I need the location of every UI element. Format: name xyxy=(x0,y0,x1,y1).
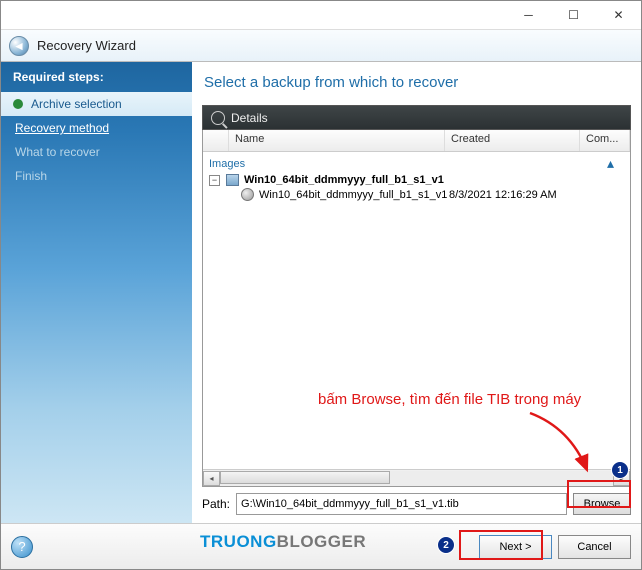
col-expand[interactable] xyxy=(203,130,229,151)
main-panel: Select a backup from which to recover De… xyxy=(192,62,641,523)
volume-icon xyxy=(241,188,254,201)
watermark-part1: TRUONG xyxy=(200,532,277,551)
step-label: What to recover xyxy=(15,145,100,159)
scroll-left-icon[interactable]: ◂ xyxy=(203,471,220,486)
step-archive-selection[interactable]: Archive selection xyxy=(1,92,192,116)
disk-icon xyxy=(226,174,239,186)
back-icon[interactable]: ◄ xyxy=(9,36,29,56)
path-input[interactable] xyxy=(236,493,567,515)
archive-created: 8/3/2021 12:16:29 AM xyxy=(449,189,584,201)
watermark-part2: BLOGGER xyxy=(277,532,366,551)
sidebar-heading: Required steps: xyxy=(1,62,192,92)
archive-list: Name Created Com... Images ▴ − Win10_64b… xyxy=(202,130,631,487)
sidebar: Required steps: Archive selection Recove… xyxy=(1,62,192,523)
page-title: Select a backup from which to recover xyxy=(202,70,631,105)
column-headers: Name Created Com... xyxy=(203,130,630,152)
scroll-thumb[interactable] xyxy=(220,471,390,484)
minimize-button[interactable]: ─ xyxy=(506,1,551,29)
step-what-to-recover: What to recover xyxy=(1,140,192,164)
rows: Images ▴ − Win10_64bit_ddmmyyy_full_b1_s… xyxy=(203,152,630,469)
scroll-track[interactable] xyxy=(220,471,613,486)
category-row[interactable]: Images ▴ xyxy=(203,154,630,173)
recovery-wizard-window: ─ ☐ ✕ ◄ Recovery Wizard Required steps: … xyxy=(0,0,642,570)
archive-child-name: Win10_64bit_ddmmyyy_full_b1_s1_v1 xyxy=(259,189,449,201)
step-label: Finish xyxy=(15,169,47,183)
details-toolbar[interactable]: Details xyxy=(202,105,631,130)
step-label: Recovery method xyxy=(15,121,109,135)
watermark: TRUONGBLOGGER xyxy=(200,532,366,552)
archive-child-row[interactable]: Win10_64bit_ddmmyyy_full_b1_s1_v1 8/3/20… xyxy=(203,187,630,202)
cancel-button[interactable]: Cancel xyxy=(558,535,631,559)
step-finish: Finish xyxy=(1,164,192,188)
magnifier-icon xyxy=(211,111,225,125)
window-title: Recovery Wizard xyxy=(37,38,136,53)
details-label: Details xyxy=(231,111,268,125)
annotation-box-next xyxy=(459,530,543,560)
step-recovery-method[interactable]: Recovery method xyxy=(1,116,192,140)
header: ◄ Recovery Wizard xyxy=(1,30,641,62)
annotation-badge-1: 1 xyxy=(611,461,629,479)
maximize-button[interactable]: ☐ xyxy=(551,1,596,29)
body: Required steps: Archive selection Recove… xyxy=(1,62,641,523)
annotation-badge-2: 2 xyxy=(437,536,455,554)
category-label: Images xyxy=(209,158,245,170)
step-label: Archive selection xyxy=(31,97,122,111)
col-name[interactable]: Name xyxy=(229,130,445,151)
expand-toggle-icon[interactable]: − xyxy=(209,175,220,186)
annotation-hint: bấm Browse, tìm đến file TIB trong máy xyxy=(318,391,581,408)
titlebar: ─ ☐ ✕ xyxy=(1,1,641,30)
close-button[interactable]: ✕ xyxy=(596,1,641,29)
archive-name: Win10_64bit_ddmmyyy_full_b1_s1_v1 xyxy=(244,174,626,186)
help-icon[interactable]: ? xyxy=(11,536,33,558)
collapse-icon[interactable]: ▴ xyxy=(607,155,626,172)
path-label: Path: xyxy=(202,497,230,511)
col-created[interactable]: Created xyxy=(445,130,580,151)
col-comments[interactable]: Com... xyxy=(580,130,630,151)
archive-parent-row[interactable]: − Win10_64bit_ddmmyyy_full_b1_s1_v1 xyxy=(203,173,630,187)
annotation-box-browse xyxy=(567,480,631,508)
horizontal-scrollbar[interactable]: ◂ ▸ xyxy=(203,469,630,486)
